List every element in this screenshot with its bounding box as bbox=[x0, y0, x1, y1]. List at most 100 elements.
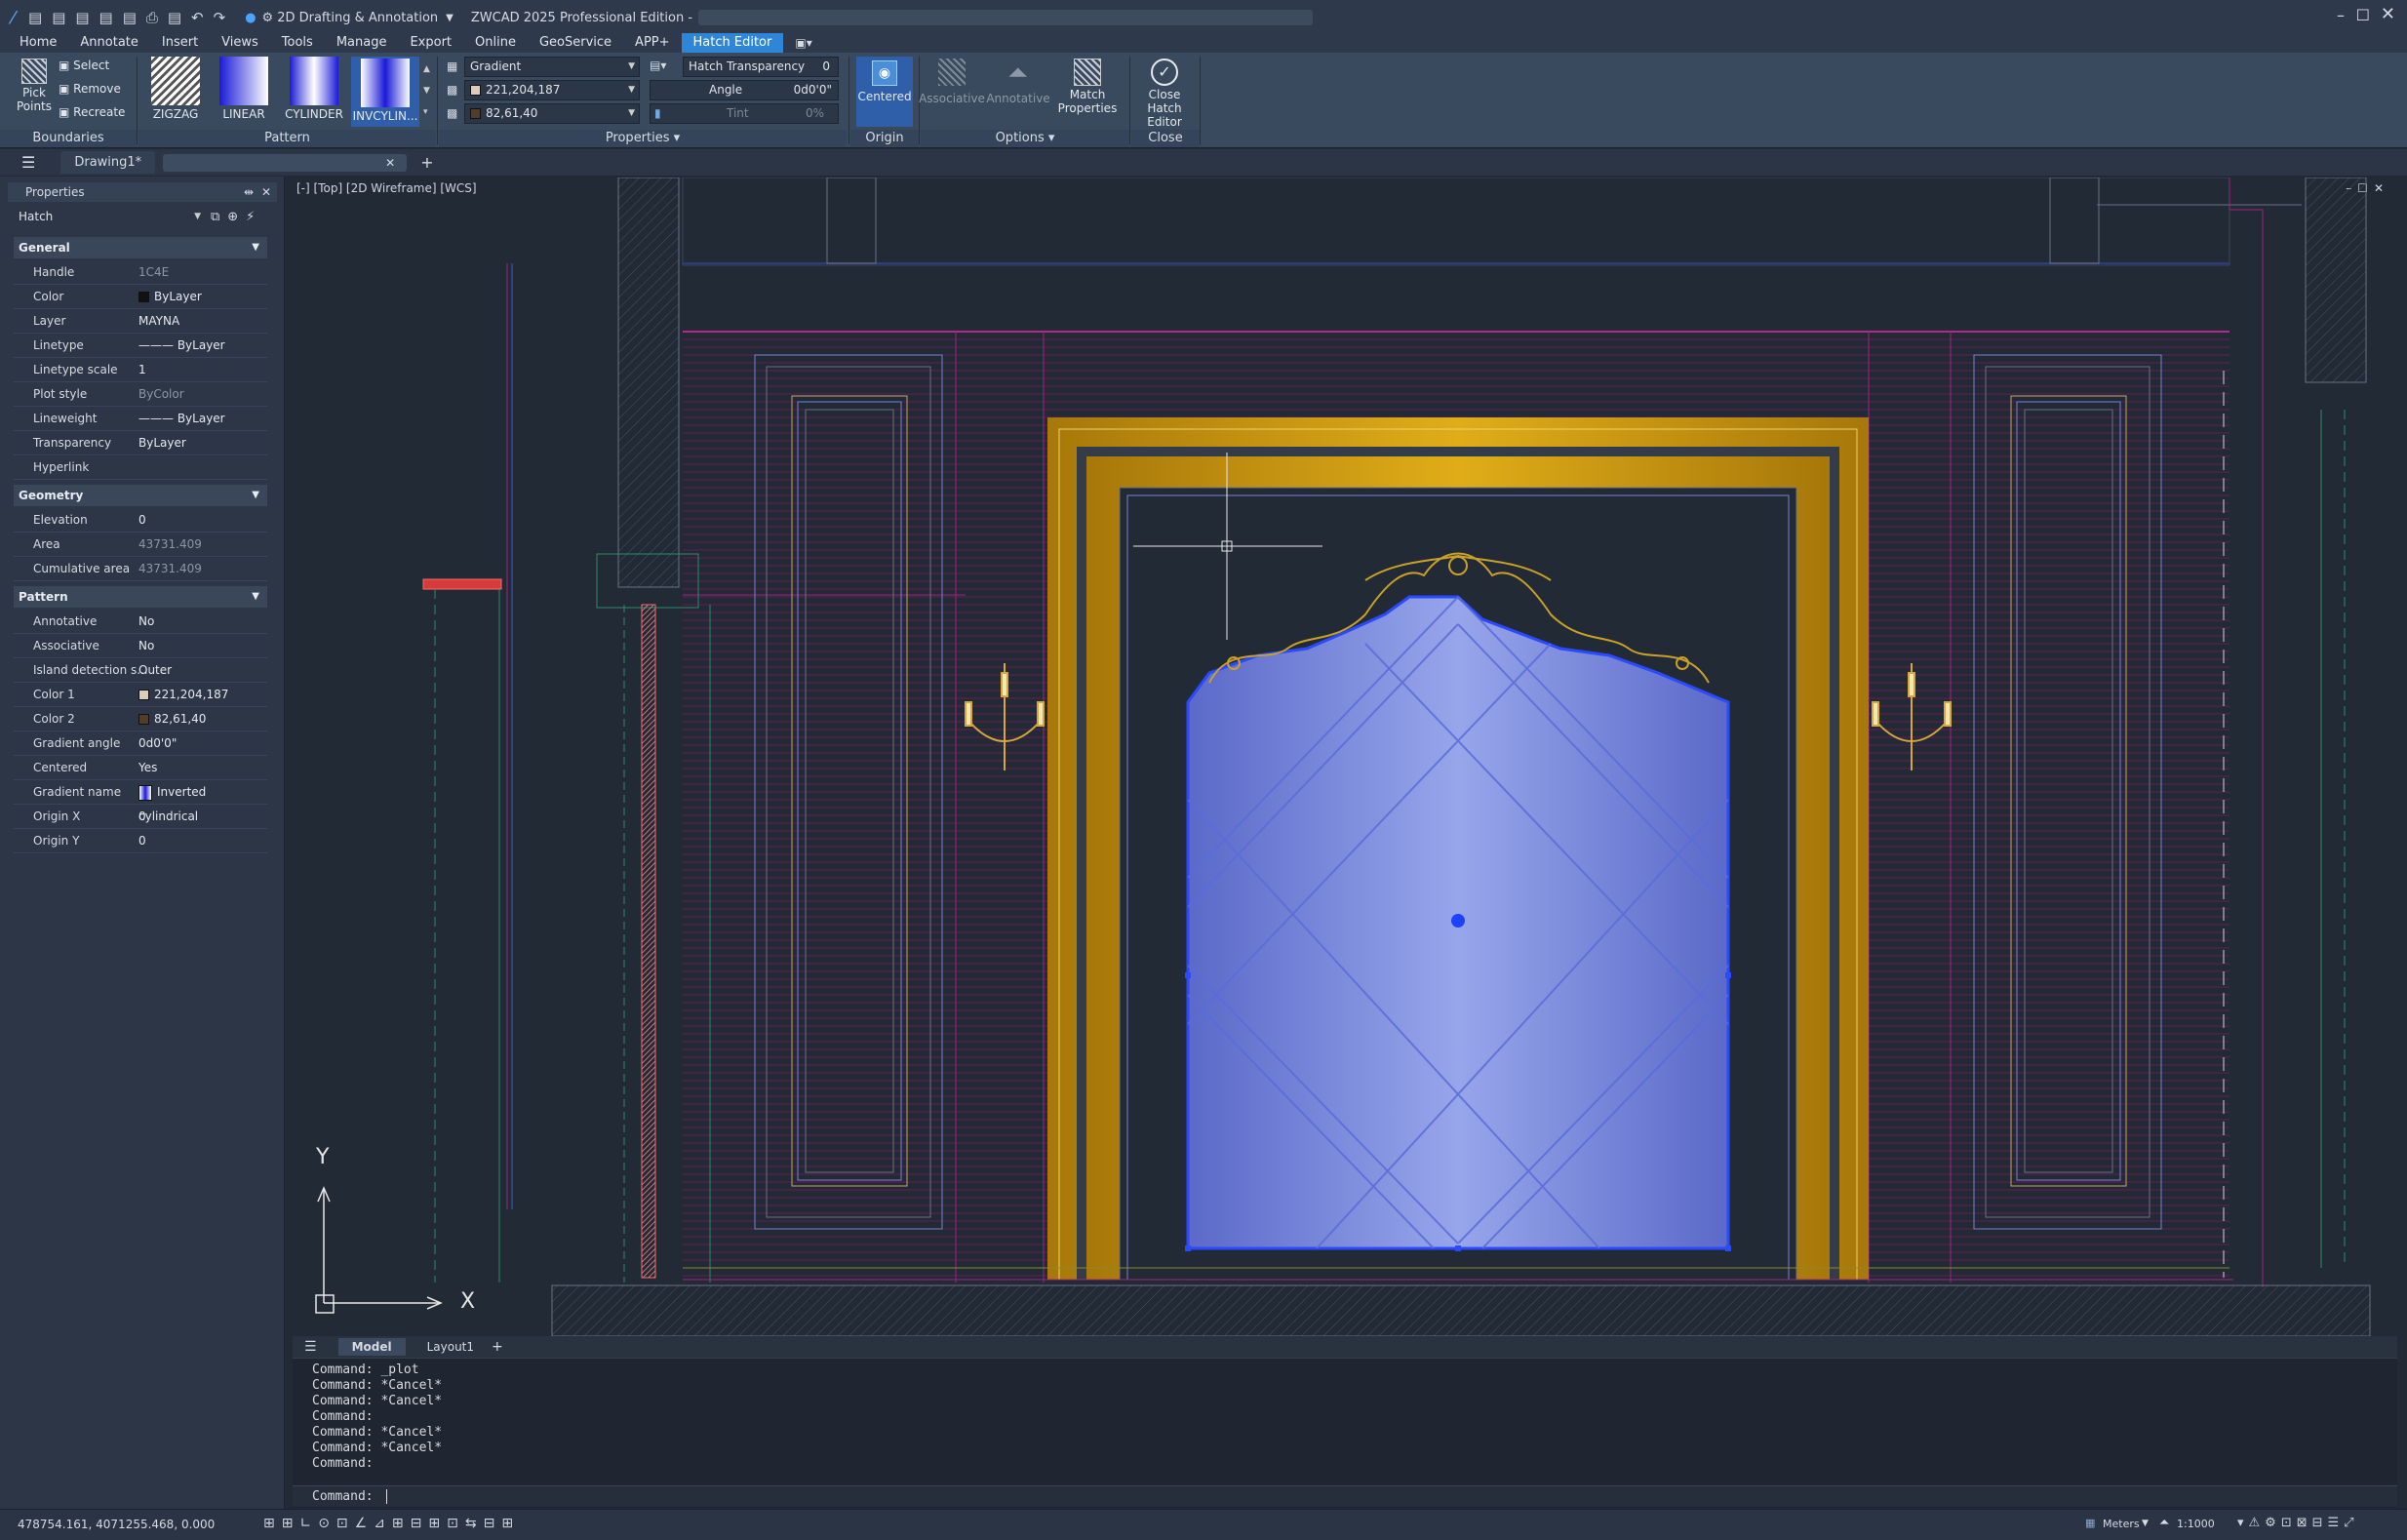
menu-home[interactable]: Home bbox=[8, 33, 68, 53]
property-value[interactable]: 221,204,187 bbox=[138, 683, 228, 707]
property-value[interactable]: ——— ByLayer bbox=[138, 407, 225, 431]
pattern-invcylinder[interactable]: INVCYLIN... bbox=[351, 57, 419, 127]
remove-button[interactable]: ▣ Remove bbox=[59, 82, 121, 96]
menu-views[interactable]: Views bbox=[210, 33, 270, 53]
property-row-cumulative-area[interactable]: Cumulative area 43731.409 bbox=[14, 557, 267, 581]
property-row-color[interactable]: Color ByLayer bbox=[14, 285, 267, 309]
pattern-zigzag[interactable]: ZIGZAG bbox=[144, 57, 207, 121]
pick-points-button[interactable]: Pick Points bbox=[12, 59, 57, 113]
inverted-cylindrical-hatch[interactable] bbox=[1185, 595, 1731, 1251]
chevron-down-icon[interactable]: ▼ bbox=[446, 13, 454, 23]
coordinate-readout[interactable]: 478754.161, 4071255.468, 0.000 bbox=[18, 1518, 215, 1531]
menu-export[interactable]: Export bbox=[398, 33, 463, 53]
property-row-lineweight[interactable]: Lineweight ——— ByLayer bbox=[14, 407, 267, 431]
property-value[interactable]: No bbox=[138, 634, 154, 658]
app-logo-icon[interactable]: ⁄ bbox=[12, 8, 15, 28]
workspace-selector[interactable]: 2D Drafting & Annotation bbox=[277, 11, 438, 25]
pin-icon[interactable]: ⇹ bbox=[244, 182, 254, 202]
property-row-island-detection-s[interactable]: Island detection s... Outer bbox=[14, 658, 267, 683]
command-line-area[interactable]: Command: _plot Command: *Cancel* Command… bbox=[293, 1358, 2397, 1508]
command-input[interactable]: Command: bbox=[293, 1485, 2397, 1507]
menu-tools[interactable]: Tools bbox=[270, 33, 325, 53]
property-row-gradient-name[interactable]: Gradient name Inverted cylindrical bbox=[14, 780, 267, 823]
property-value[interactable]: MAYNA bbox=[138, 309, 179, 334]
close-window-button[interactable]: ✕ bbox=[2381, 4, 2395, 24]
property-row-gradient-angle[interactable]: Gradient angle 0d0'0" bbox=[14, 731, 267, 756]
property-row-plot-style[interactable]: Plot style ByColor bbox=[14, 382, 267, 407]
annotation-scale[interactable]: 1:1000 bbox=[2177, 1518, 2215, 1530]
menu-insert[interactable]: Insert bbox=[150, 33, 210, 53]
pattern-cylinder[interactable]: CYLINDER bbox=[283, 57, 345, 121]
color2-combo[interactable]: 82,61,40 ▼ bbox=[464, 103, 640, 124]
property-value[interactable]: 82,61,40 bbox=[138, 707, 206, 731]
doc-tab-blurred[interactable] bbox=[163, 153, 408, 172]
pattern-scroll[interactable]: ▲ ▼ ▾ bbox=[423, 59, 430, 123]
hatch-transparency-field[interactable]: Hatch Transparency 0 bbox=[683, 57, 839, 77]
property-row-linetype[interactable]: Linetype ——— ByLayer bbox=[14, 334, 267, 358]
property-value[interactable]: ——— ByLayer bbox=[138, 334, 225, 358]
chevron-down-icon[interactable]: ▼ bbox=[2142, 1519, 2149, 1528]
close-hatch-editor-button[interactable]: ✓ Close Hatch Editor bbox=[1131, 59, 1198, 129]
property-row-origin-x[interactable]: Origin X 0 bbox=[14, 805, 267, 829]
property-row-linetype-scale[interactable]: Linetype scale 1 bbox=[14, 358, 267, 382]
property-value[interactable]: 0 bbox=[138, 508, 146, 533]
property-row-handle[interactable]: Handle 1C4E bbox=[14, 260, 267, 285]
maximize-button[interactable]: ☐ bbox=[2356, 6, 2370, 24]
property-value[interactable]: ByLayer bbox=[138, 285, 202, 309]
ribbon-toggle-icon[interactable]: ▣▾ bbox=[795, 36, 811, 50]
recreate-button[interactable]: ▣ Recreate bbox=[59, 105, 125, 119]
property-value[interactable]: 0 bbox=[138, 829, 146, 853]
close-panel-icon[interactable]: ✕ bbox=[261, 182, 271, 202]
property-value[interactable]: ByLayer bbox=[138, 431, 186, 455]
color1-combo[interactable]: 221,204,187 ▼ bbox=[464, 80, 640, 100]
pattern-linear[interactable]: LINEAR bbox=[213, 57, 275, 121]
status-toggles[interactable]: ⊞⊞∟⊙⊡∠⊿⊞⊟⊞⊡⇆⊟⊞ bbox=[263, 1516, 520, 1531]
properties-group-label[interactable]: Properties ▾ bbox=[439, 130, 847, 147]
general-section-header[interactable]: General ▼ bbox=[14, 237, 267, 258]
tab-layout1[interactable]: Layout1 bbox=[419, 1338, 482, 1356]
property-row-associative[interactable]: Associative No bbox=[14, 634, 267, 658]
property-value[interactable]: 0d0'0" bbox=[138, 731, 177, 756]
property-row-elevation[interactable]: Elevation 0 bbox=[14, 508, 267, 533]
menu-manage[interactable]: Manage bbox=[325, 33, 399, 53]
units-selector[interactable]: Meters bbox=[2103, 1518, 2140, 1530]
associative-button[interactable]: Associative bbox=[919, 59, 985, 105]
property-row-origin-y[interactable]: Origin Y 0 bbox=[14, 829, 267, 853]
property-value[interactable]: 43731.409 bbox=[138, 557, 202, 581]
property-row-centered[interactable]: Centered Yes bbox=[14, 756, 267, 780]
tab-model[interactable]: Model bbox=[337, 1338, 406, 1356]
pattern-section-header[interactable]: Pattern ▼ bbox=[14, 586, 267, 608]
property-value[interactable]: 1C4E bbox=[138, 260, 169, 285]
menu-geoservice[interactable]: GeoService bbox=[528, 33, 623, 53]
quick-select-icon[interactable]: ⧉⊕⚡ bbox=[211, 210, 262, 224]
menu-app[interactable]: APP+ bbox=[623, 33, 681, 53]
close-tab-icon[interactable]: ✕ bbox=[385, 156, 395, 170]
quick-access-toolbar[interactable]: ▤▤▤▤▤⎙▤↶↷ bbox=[28, 9, 235, 26]
object-selector[interactable]: Hatch ▼ bbox=[14, 208, 205, 228]
match-properties-button[interactable]: Match Properties bbox=[1053, 59, 1122, 115]
property-row-transparency[interactable]: Transparency ByLayer bbox=[14, 431, 267, 455]
help-icon[interactable]: ● bbox=[245, 11, 256, 25]
doc-tab-drawing1[interactable]: Drawing1* bbox=[60, 151, 156, 174]
centered-button[interactable]: ◉ Centered bbox=[856, 57, 913, 127]
new-tab-button[interactable]: + bbox=[420, 153, 433, 172]
hamburger-menu-icon[interactable]: ☰ bbox=[21, 153, 35, 172]
angle-field[interactable]: Angle 0d0'0" bbox=[650, 80, 839, 100]
property-value[interactable]: Yes bbox=[138, 756, 157, 780]
property-value[interactable]: 43731.409 bbox=[138, 533, 202, 557]
property-value[interactable]: Outer bbox=[138, 658, 172, 683]
tint-field[interactable]: ▮ Tint 0% bbox=[650, 103, 839, 124]
property-row-hyperlink[interactable]: Hyperlink bbox=[14, 455, 267, 480]
drawing-canvas[interactable]: [-] [Top] [2D Wireframe] [WCS] –☐✕ Y X bbox=[293, 178, 2397, 1342]
geometry-section-header[interactable]: Geometry ▼ bbox=[14, 485, 267, 506]
menu-online[interactable]: Online bbox=[463, 33, 528, 53]
property-row-area[interactable]: Area 43731.409 bbox=[14, 533, 267, 557]
property-row-color-1[interactable]: Color 1 221,204,187 bbox=[14, 683, 267, 707]
options-group-label[interactable]: Options ▾ bbox=[921, 130, 1129, 147]
property-row-color-2[interactable]: Color 2 82,61,40 bbox=[14, 707, 267, 731]
property-value[interactable]: 0 bbox=[138, 805, 146, 829]
menu-annotate[interactable]: Annotate bbox=[68, 33, 149, 53]
annotative-button[interactable]: ⏶ Annotative bbox=[985, 59, 1051, 105]
select-button[interactable]: ▣ Select bbox=[59, 59, 109, 72]
add-layout-button[interactable]: + bbox=[492, 1339, 503, 1355]
